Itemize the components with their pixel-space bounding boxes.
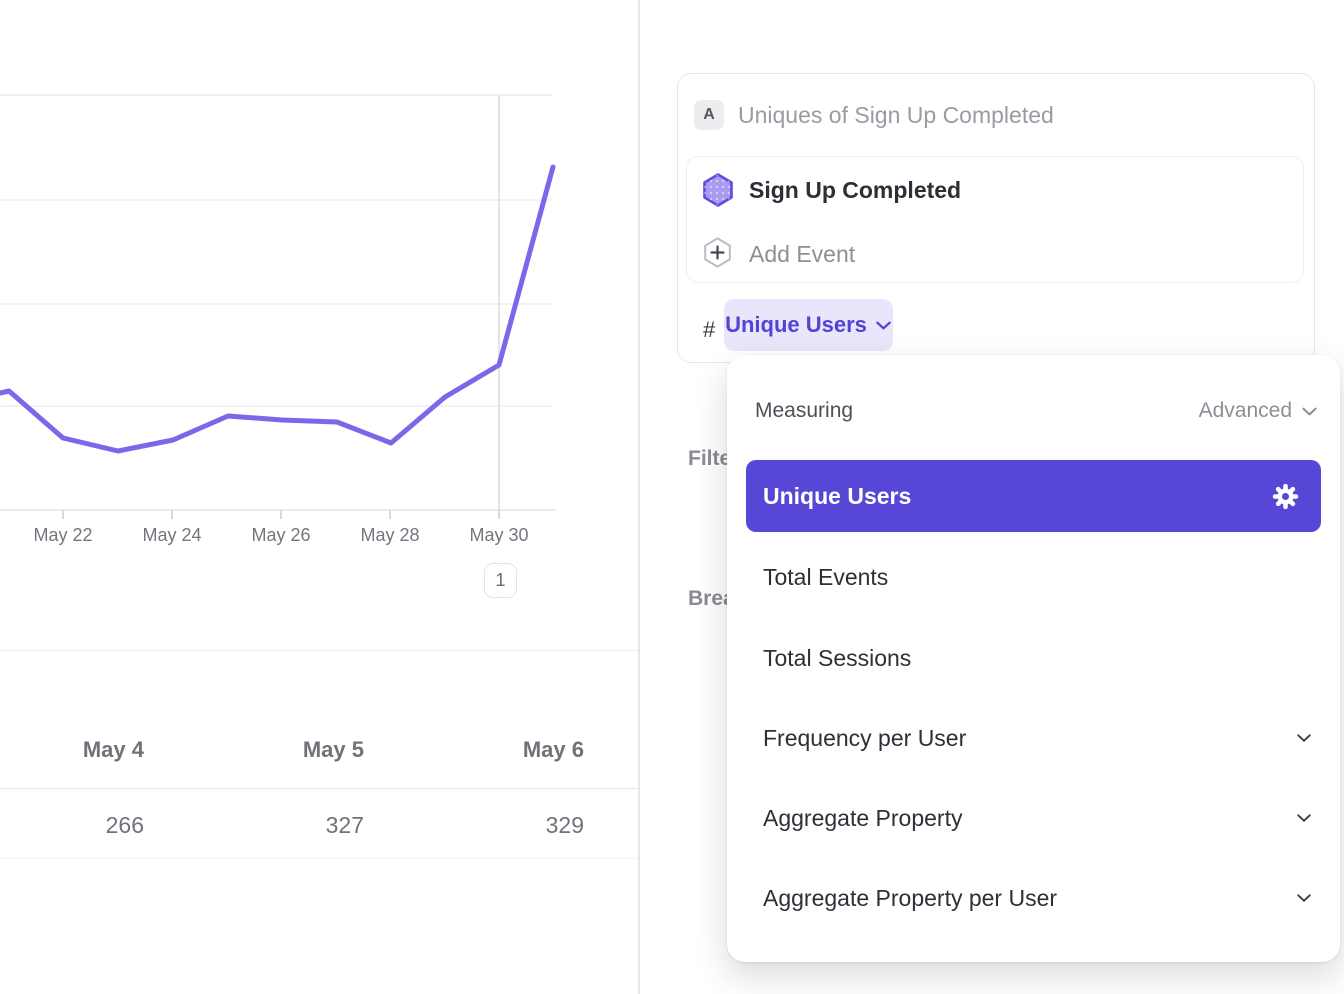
dropdown-header: Measuring Advanced	[755, 397, 1318, 425]
breakdown-section-heading: Breakdown	[688, 587, 728, 613]
x-axis-label: May 26	[236, 525, 326, 546]
menu-item-aggregate-property[interactable]: Aggregate Property	[727, 778, 1340, 858]
table-value-cell: 327	[144, 812, 364, 839]
add-event-button[interactable]: Add Event	[749, 241, 855, 268]
count-type-symbol: #	[703, 317, 715, 343]
chart-panel: May 22 May 24 May 26 May 28 May 30 1 May…	[0, 0, 638, 994]
event-box: Sign Up Completed Add Event	[686, 156, 1304, 283]
chevron-down-icon	[1296, 733, 1312, 743]
table-top-border	[0, 650, 638, 651]
filter-section-heading: Filter	[688, 447, 728, 473]
menu-item-aggregate-property-per-user[interactable]: Aggregate Property per User	[727, 858, 1340, 938]
pagination-badge[interactable]: 1	[484, 563, 517, 598]
series-letter-badge: A	[694, 100, 724, 130]
menu-item-total-sessions[interactable]: Total Sessions	[727, 618, 1340, 698]
chevron-down-icon	[1301, 406, 1318, 417]
measurement-dropdown-menu: Measuring Advanced Unique Users	[727, 355, 1340, 962]
menu-item-frequency-per-user[interactable]: Frequency per User	[727, 698, 1340, 778]
x-axis-label: May 22	[18, 525, 108, 546]
menu-item-total-events[interactable]: Total Events	[727, 537, 1340, 617]
table-header-row: May 4 May 5 May 6	[0, 737, 584, 763]
x-axis-label: May 30	[454, 525, 544, 546]
series-line[interactable]	[0, 167, 553, 451]
table-header-cell: May 5	[144, 737, 364, 763]
measurement-dropdown-button[interactable]: Unique Users	[724, 299, 893, 351]
event-hexagon-icon	[703, 173, 733, 207]
table-row: 266 327 329	[0, 812, 584, 839]
table-header-cell: May 4	[0, 737, 144, 763]
table-header-divider	[0, 788, 638, 789]
x-axis-label: May 28	[345, 525, 435, 546]
line-chart	[0, 0, 638, 560]
event-name[interactable]: Sign Up Completed	[749, 177, 961, 204]
menu-item-unique-users-selected[interactable]: Unique Users	[746, 460, 1321, 532]
insights-screen: May 22 May 24 May 26 May 28 May 30 1 May…	[0, 0, 1344, 994]
table-value-cell: 329	[364, 812, 584, 839]
measurement-value: Unique Users	[725, 312, 867, 338]
advanced-mode-toggle[interactable]: Advanced	[1199, 399, 1318, 423]
table-bottom-border	[0, 858, 638, 859]
table-header-cell: May 6	[364, 737, 584, 763]
gear-icon[interactable]	[1272, 483, 1299, 510]
series-title: Uniques of Sign Up Completed	[738, 102, 1054, 129]
pagination-badge-label: 1	[495, 570, 505, 591]
chevron-down-icon	[875, 320, 892, 331]
chevron-down-icon	[1296, 893, 1312, 903]
chevron-down-icon	[1296, 813, 1312, 823]
add-event-icon	[703, 237, 732, 268]
panel-divider	[638, 0, 640, 994]
measuring-label: Measuring	[755, 399, 853, 423]
x-axis-label: May 24	[127, 525, 217, 546]
query-builder-card: A Uniques of Sign Up Completed Sign Up C…	[677, 73, 1315, 363]
table-value-cell: 266	[0, 812, 144, 839]
